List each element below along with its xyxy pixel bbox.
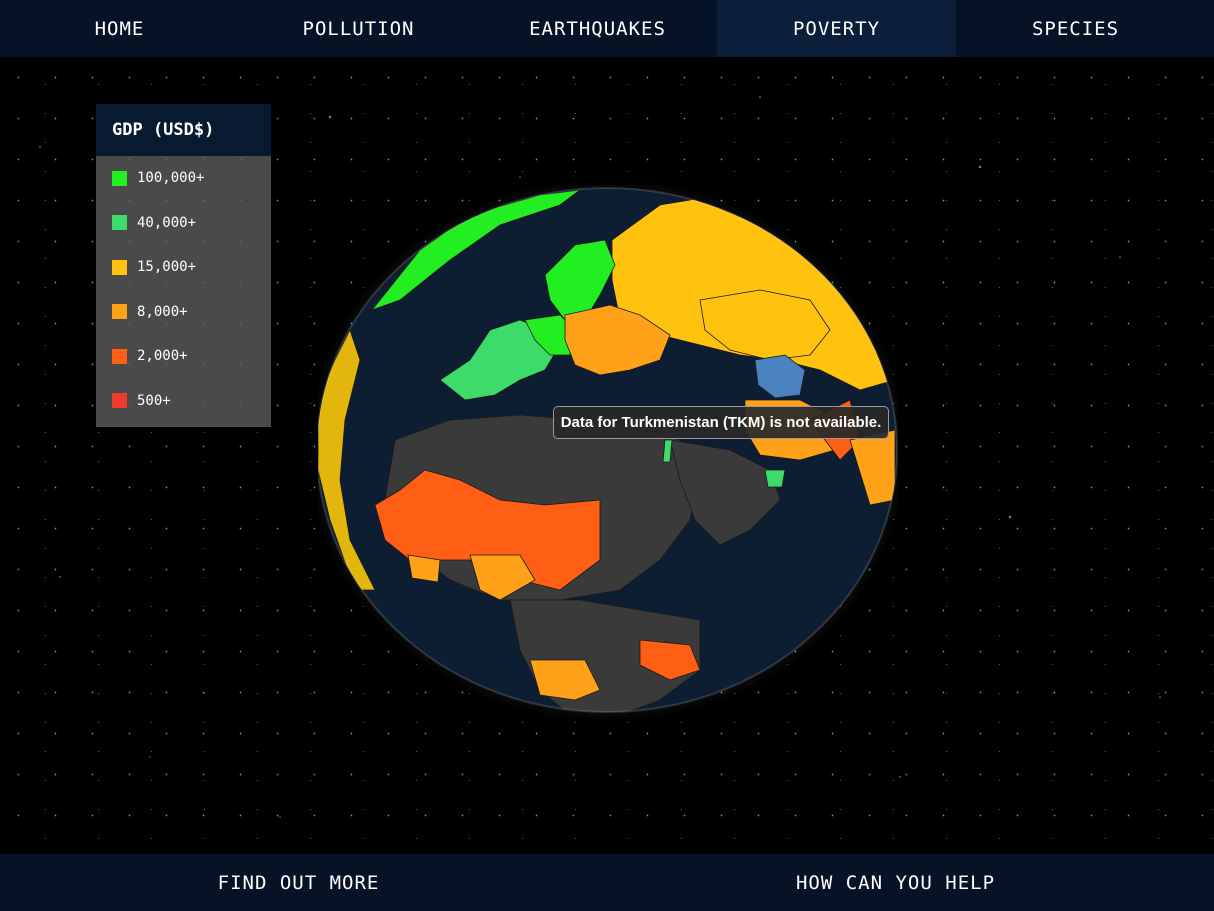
legend-swatch [112, 215, 127, 231]
legend-item-40000: 40,000+ [96, 201, 271, 246]
legend-label: 15,000+ [137, 259, 197, 276]
legend-item-8000: 8,000+ [96, 290, 271, 335]
legend-item-100000: 100,000+ [96, 156, 271, 201]
legend-swatch [112, 393, 127, 409]
legend-swatch [112, 259, 127, 275]
nav-spacer [1195, 0, 1214, 57]
legend-label: 40,000+ [137, 214, 197, 231]
legend-label: 2,000+ [137, 348, 188, 365]
country-tooltip: Data for Turkmenistan (TKM) is not avail… [553, 406, 889, 439]
tab-home[interactable]: HOME [0, 0, 239, 57]
legend-label: 100,000+ [137, 170, 205, 187]
legend-item-500: 500+ [96, 379, 271, 424]
legend-swatch [112, 170, 127, 186]
ghana-region[interactable] [407, 554, 441, 583]
globe[interactable] [318, 185, 898, 725]
legend-title: GDP (USD$) [96, 104, 271, 156]
legend-label: 500+ [137, 392, 171, 409]
top-navigation: HOME POLLUTION EARTHQUAKES POVERTY SPECI… [0, 0, 1214, 57]
tab-poverty[interactable]: POVERTY [717, 0, 956, 57]
legend-label: 8,000+ [137, 303, 188, 320]
israel-region[interactable] [662, 439, 673, 463]
find-out-more-button[interactable]: FIND OUT MORE [0, 854, 597, 911]
bottom-navigation: FIND OUT MORE HOW CAN YOU HELP [0, 854, 1214, 911]
uae-region[interactable] [764, 469, 786, 488]
tab-species[interactable]: SPECIES [956, 0, 1195, 57]
legend-item-2000: 2,000+ [96, 334, 271, 379]
tab-earthquakes[interactable]: EARTHQUAKES [478, 0, 717, 57]
how-can-you-help-button[interactable]: HOW CAN YOU HELP [597, 854, 1194, 911]
legend-swatch [112, 304, 127, 320]
gdp-legend: GDP (USD$) 100,000+ 40,000+ 15,000+ 8,00… [96, 104, 271, 427]
legend-item-15000: 15,000+ [96, 245, 271, 290]
legend-swatch [112, 348, 127, 364]
tab-pollution[interactable]: POLLUTION [239, 0, 478, 57]
